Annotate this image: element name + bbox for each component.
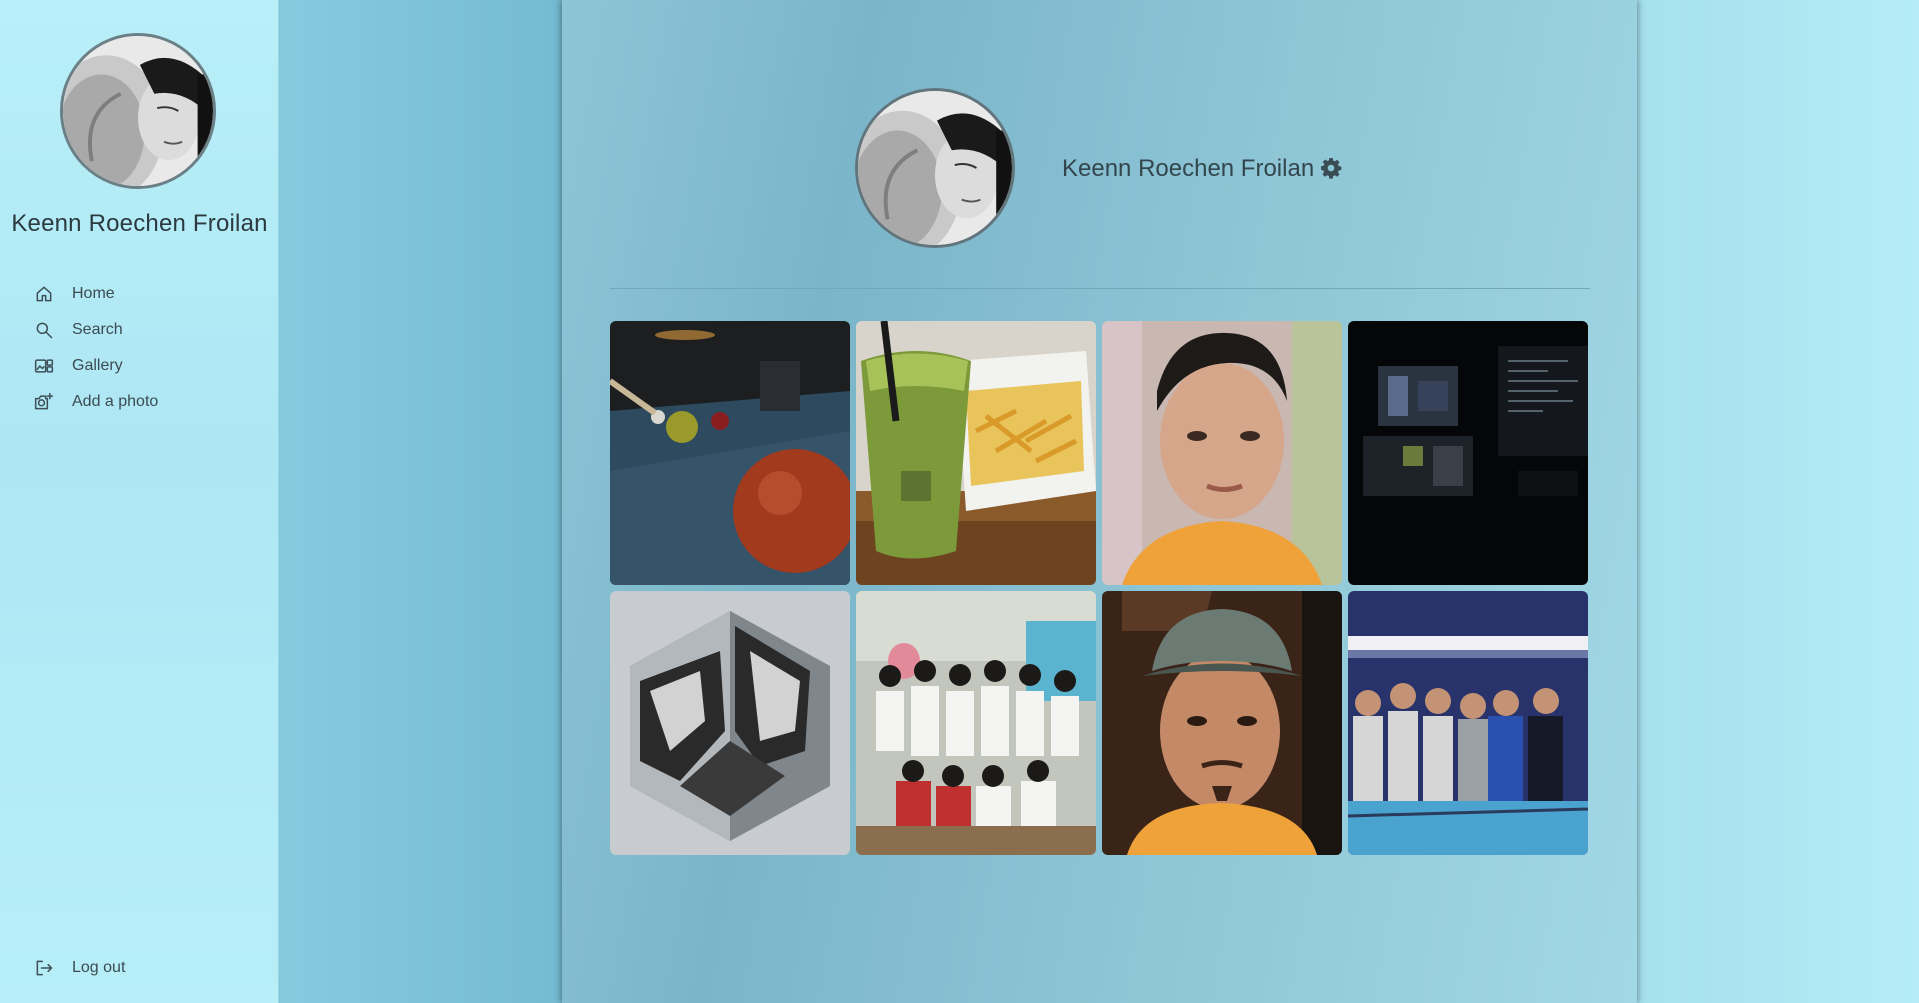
logout-icon (33, 957, 55, 979)
add-photo-icon (33, 391, 55, 413)
background-strip (280, 0, 562, 1003)
gallery-photo-selfie-cap[interactable] (1102, 591, 1342, 855)
sidebar-item-label: Home (72, 285, 115, 302)
avatar-photo (858, 91, 1012, 245)
sidebar-item-label: Add a photo (72, 393, 159, 410)
logout-button[interactable]: Log out (33, 950, 125, 986)
gallery-photo-drink-fries[interactable] (856, 321, 1096, 585)
sidebar-user-name: Keenn Roechen Froilan (11, 210, 268, 237)
gallery-photo-selfie[interactable] (1102, 321, 1342, 585)
profile-avatar[interactable] (855, 88, 1015, 248)
gallery-icon (33, 355, 55, 377)
profile-name: Keenn Roechen Froilan (1062, 155, 1315, 182)
gallery-photo-group-class[interactable] (856, 591, 1096, 855)
profile-panel: Keenn Roechen Froilan (562, 0, 1637, 1003)
home-icon (33, 283, 55, 305)
gallery-photo-monitors[interactable] (1348, 321, 1588, 585)
gallery-photo-wolf-logo[interactable] (610, 591, 850, 855)
gallery-photo-billiards[interactable] (610, 321, 850, 585)
sidebar-item-gallery[interactable]: Gallery (33, 348, 273, 384)
gallery-photo-group-billiards[interactable] (1348, 591, 1588, 855)
sidebar-nav: Home Search Gallery Add a photo (33, 276, 273, 420)
sidebar-item-label: Search (72, 321, 123, 338)
logout-label: Log out (72, 959, 126, 976)
search-icon (33, 319, 55, 341)
divider (610, 288, 1590, 289)
photo-grid (610, 321, 1591, 855)
gear-icon (1321, 158, 1342, 179)
sidebar-item-search[interactable]: Search (33, 312, 273, 348)
sidebar-avatar[interactable] (60, 33, 216, 189)
settings-button[interactable] (1319, 156, 1345, 182)
sidebar-item-home[interactable]: Home (33, 276, 273, 312)
sidebar-item-add-photo[interactable]: Add a photo (33, 384, 273, 420)
avatar-photo (63, 36, 213, 186)
sidebar-item-label: Gallery (72, 357, 123, 374)
sidebar: Keenn Roechen Froilan Home Search Galler… (0, 0, 279, 1003)
